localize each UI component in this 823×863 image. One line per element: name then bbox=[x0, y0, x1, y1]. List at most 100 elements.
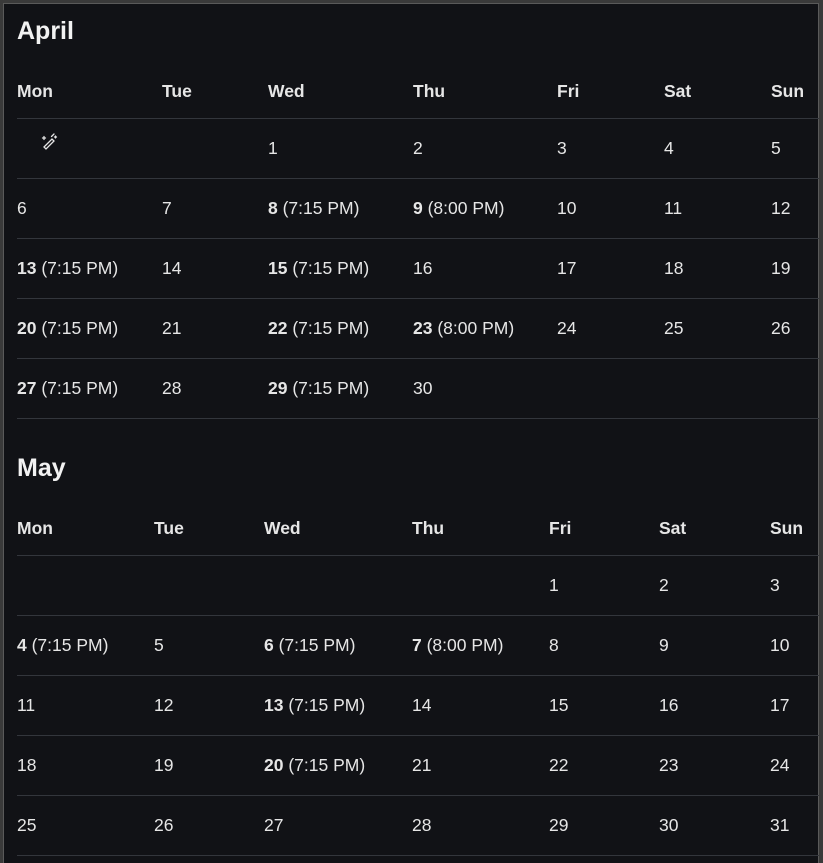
day-number: 1 bbox=[268, 138, 278, 158]
day-cell: 27 bbox=[264, 795, 412, 856]
weekday-header-row: Mon Tue Wed Thu Fri Sat Sun bbox=[17, 64, 819, 119]
day-cell: 16 bbox=[659, 675, 770, 736]
weekday-sun: Sun bbox=[771, 64, 819, 119]
day-cell: 25 bbox=[17, 795, 154, 856]
day-number: 8 bbox=[549, 635, 559, 655]
day-number: 23 bbox=[659, 755, 679, 775]
day-cell: 12 bbox=[154, 675, 264, 736]
day-cell: 31 bbox=[770, 795, 819, 856]
weekday-thu: Thu bbox=[412, 501, 549, 556]
day-number: 17 bbox=[770, 695, 790, 715]
day-number: 11 bbox=[664, 198, 683, 218]
day-cell: 6 bbox=[17, 178, 162, 239]
day-cell: 15 bbox=[549, 675, 659, 736]
day-cell: 10 bbox=[557, 178, 664, 239]
event-day-cell[interactable]: 27 (7:15 PM) bbox=[17, 358, 162, 419]
week-row: 25 26 27 28 29 30 31 bbox=[17, 795, 819, 856]
day-number: 16 bbox=[413, 258, 433, 278]
day-cell: 5 bbox=[771, 118, 819, 179]
magic-wand-icon[interactable] bbox=[39, 131, 59, 151]
event-day-cell[interactable]: 23 (8:00 PM) bbox=[413, 298, 557, 359]
day-number: 28 bbox=[412, 815, 432, 835]
event-day-cell[interactable]: 22 (7:15 PM) bbox=[268, 298, 413, 359]
day-cell: 11 bbox=[664, 178, 771, 239]
week-row: 1 2 3 bbox=[17, 555, 819, 616]
day-number: 19 bbox=[771, 258, 791, 278]
day-cell: 4 bbox=[664, 118, 771, 179]
day-cell: 28 bbox=[162, 358, 268, 419]
day-number: 15 bbox=[549, 695, 569, 715]
day-number: 21 bbox=[162, 318, 182, 338]
day-number: 3 bbox=[557, 138, 567, 158]
event-time: (7:15 PM) bbox=[41, 378, 119, 398]
day-number: 27 bbox=[264, 815, 284, 835]
event-day-cell[interactable]: 7 (8:00 PM) bbox=[412, 615, 549, 676]
day-cell: 9 bbox=[659, 615, 770, 676]
empty-day-cell bbox=[162, 118, 268, 179]
day-cell: 7 bbox=[162, 178, 268, 239]
empty-day-cell bbox=[412, 555, 549, 616]
event-day-cell[interactable]: 15 (7:15 PM) bbox=[268, 238, 413, 299]
day-number: 19 bbox=[154, 755, 174, 775]
event-time: (7:15 PM) bbox=[292, 378, 370, 398]
event-day-cell[interactable]: 6 (7:15 PM) bbox=[264, 615, 412, 676]
event-day-cell[interactable]: 4 (7:15 PM) bbox=[17, 615, 154, 676]
day-number: 21 bbox=[412, 755, 432, 775]
day-number: 15 bbox=[268, 258, 288, 278]
day-cell: 19 bbox=[771, 238, 819, 299]
day-number: 17 bbox=[557, 258, 577, 278]
day-number: 7 bbox=[412, 635, 422, 655]
day-cell: 1 bbox=[549, 555, 659, 616]
week-row: 1 2 3 4 5 bbox=[17, 118, 819, 179]
day-cell: 21 bbox=[162, 298, 268, 359]
day-number: 18 bbox=[17, 755, 37, 775]
day-number: 14 bbox=[412, 695, 432, 715]
day-number: 26 bbox=[771, 318, 791, 338]
day-number: 4 bbox=[664, 138, 674, 158]
event-time: (8:00 PM) bbox=[426, 635, 504, 655]
event-time: (7:15 PM) bbox=[41, 258, 119, 278]
day-number: 9 bbox=[413, 198, 423, 218]
day-cell: 24 bbox=[770, 735, 819, 796]
event-day-cell[interactable]: 9 (8:00 PM) bbox=[413, 178, 557, 239]
event-time: (8:00 PM) bbox=[437, 318, 515, 338]
day-number: 29 bbox=[268, 378, 288, 398]
day-cell: 3 bbox=[557, 118, 664, 179]
empty-day-cell bbox=[17, 555, 154, 616]
day-number: 5 bbox=[154, 635, 164, 655]
day-number: 30 bbox=[413, 378, 433, 398]
event-time: (7:15 PM) bbox=[31, 635, 109, 655]
week-row: 18 19 20 (7:15 PM) 21 22 23 24 bbox=[17, 735, 819, 796]
event-day-cell[interactable]: 20 (7:15 PM) bbox=[264, 735, 412, 796]
event-day-cell[interactable]: 29 (7:15 PM) bbox=[268, 358, 413, 419]
day-cell: 11 bbox=[17, 675, 154, 736]
day-number: 22 bbox=[549, 755, 569, 775]
event-time: (8:00 PM) bbox=[427, 198, 505, 218]
month-title-april: April bbox=[17, 17, 74, 45]
day-number: 10 bbox=[770, 635, 790, 655]
weekday-fri: Fri bbox=[557, 64, 664, 119]
day-number: 31 bbox=[770, 815, 790, 835]
day-number: 8 bbox=[268, 198, 278, 218]
event-day-cell[interactable]: 8 (7:15 PM) bbox=[268, 178, 413, 239]
event-day-cell[interactable]: 13 (7:15 PM) bbox=[17, 238, 162, 299]
week-row: 11 12 13 (7:15 PM) 14 15 16 17 bbox=[17, 675, 819, 736]
month-table-april: Mon Tue Wed Thu Fri Sat Sun 12345678 (7:15 PM)… bbox=[17, 64, 819, 419]
week-row: 678 (7:15 PM) 9 (8:00 PM) 10 11 12 bbox=[17, 178, 819, 239]
day-cell: 18 bbox=[664, 238, 771, 299]
event-day-cell[interactable]: 13 (7:15 PM) bbox=[264, 675, 412, 736]
day-cell: 30 bbox=[413, 358, 557, 419]
day-cell: 10 bbox=[770, 615, 819, 676]
day-cell: 14 bbox=[162, 238, 268, 299]
day-cell: 26 bbox=[154, 795, 264, 856]
day-number: 25 bbox=[17, 815, 37, 835]
weekday-fri: Fri bbox=[549, 501, 659, 556]
event-day-cell[interactable]: 20 (7:15 PM) bbox=[17, 298, 162, 359]
event-time: (7:15 PM) bbox=[278, 635, 356, 655]
week-row: 20 (7:15 PM) 21 22 (7:15 PM) 23 (8:00 PM) 24… bbox=[17, 298, 819, 359]
day-cell: 5 bbox=[154, 615, 264, 676]
day-number: 23 bbox=[413, 318, 433, 338]
weekday-sat: Sat bbox=[664, 64, 771, 119]
day-cell: 2 bbox=[659, 555, 770, 616]
empty-day-cell bbox=[664, 358, 771, 419]
